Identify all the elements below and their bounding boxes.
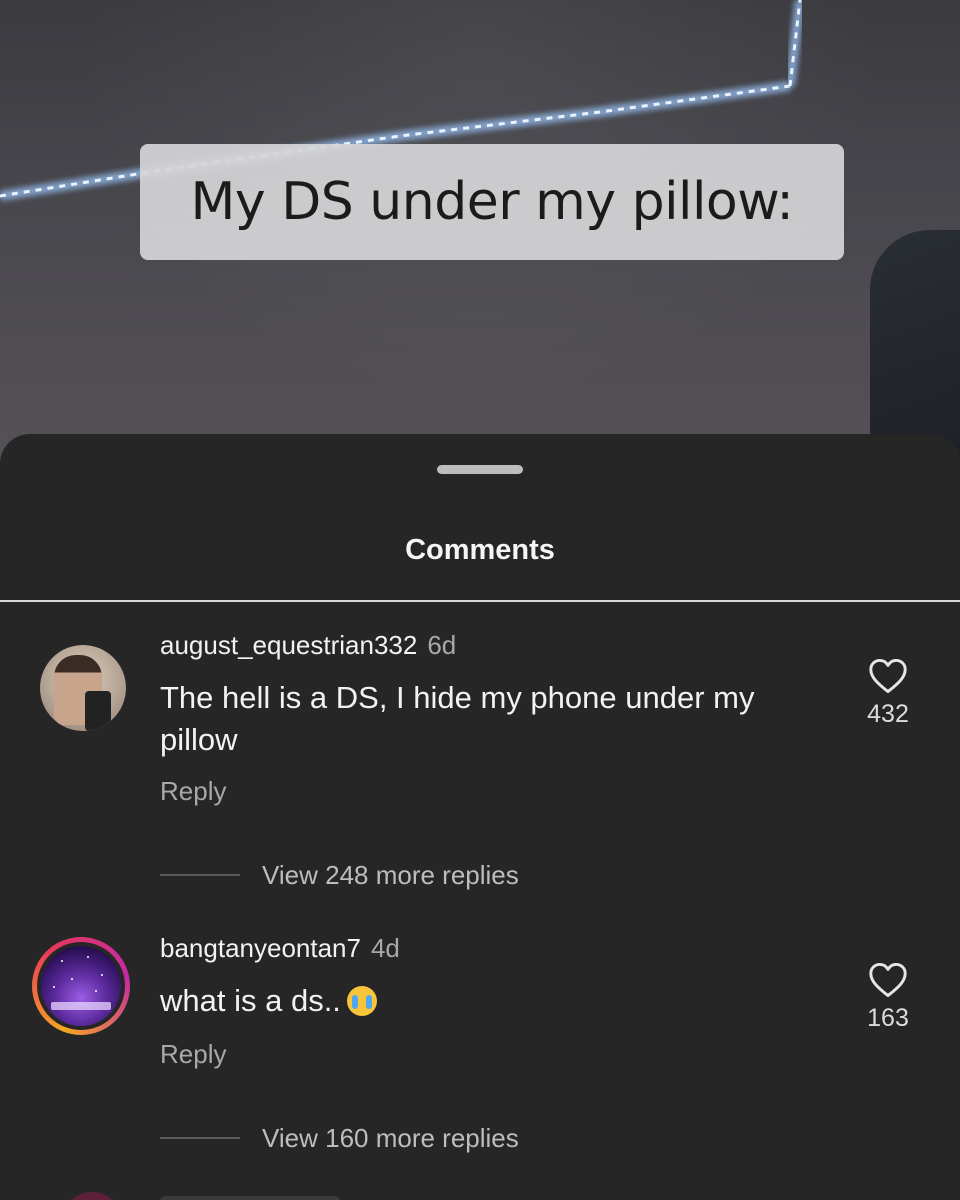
username-text[interactable]: bangtanyeontan7 [160, 933, 361, 963]
comment-text: The hell is a DS, I hide my phone under … [160, 680, 755, 757]
next-comment-avatar[interactable] [62, 1192, 122, 1200]
view-replies-label: View 160 more replies [262, 1122, 519, 1153]
avatar-phone [85, 691, 111, 731]
video-caption-box: My DS under my pillow: [140, 144, 844, 260]
username-text[interactable]: august_equestrian332 [160, 630, 417, 660]
view-replies-label: View 248 more replies [262, 859, 519, 890]
video-background[interactable]: My DS under my pillow: [0, 0, 960, 470]
heart-outline-icon [869, 962, 907, 998]
like-button[interactable]: 432 [852, 658, 924, 729]
avatar [41, 946, 121, 1026]
view-more-replies[interactable]: View 248 more replies [160, 858, 519, 892]
comment-text: what is a ds.. [160, 980, 840, 1022]
replies-line [160, 1137, 240, 1139]
video-caption-text: My DS under my pillow: [190, 172, 794, 232]
avatar[interactable] [40, 645, 126, 731]
comment-username[interactable]: bangtanyeontan7 4d [160, 933, 400, 964]
drag-handle[interactable] [437, 465, 523, 474]
comment-text-content: what is a ds.. [160, 983, 341, 1018]
avatar-story-ring[interactable] [32, 937, 130, 1035]
comment-username[interactable]: august_equestrian332 6d [160, 630, 456, 661]
comment-time: 6d [427, 630, 457, 660]
sheet-divider [0, 600, 960, 602]
like-button[interactable]: 163 [852, 962, 924, 1033]
comment-time: 4d [370, 933, 400, 963]
comments-sheet: Comments august_equestrian332 6d The hell… [0, 434, 960, 1200]
reply-button[interactable]: Reply [160, 1039, 226, 1070]
like-count: 163 [867, 1004, 909, 1032]
replies-line [160, 874, 240, 876]
heart-outline-icon [869, 658, 907, 694]
avatar-city-lights [51, 1002, 111, 1010]
sheet-title: Comments [405, 534, 555, 566]
next-comment-username[interactable] [160, 1196, 340, 1200]
view-more-replies[interactable]: View 160 more replies [160, 1121, 519, 1155]
reply-button[interactable]: Reply [160, 776, 226, 807]
comments-screen: My DS under my pillow: Comments august_e… [0, 0, 960, 1200]
loudly-crying-face-icon [346, 986, 377, 1016]
like-count: 432 [867, 700, 909, 728]
